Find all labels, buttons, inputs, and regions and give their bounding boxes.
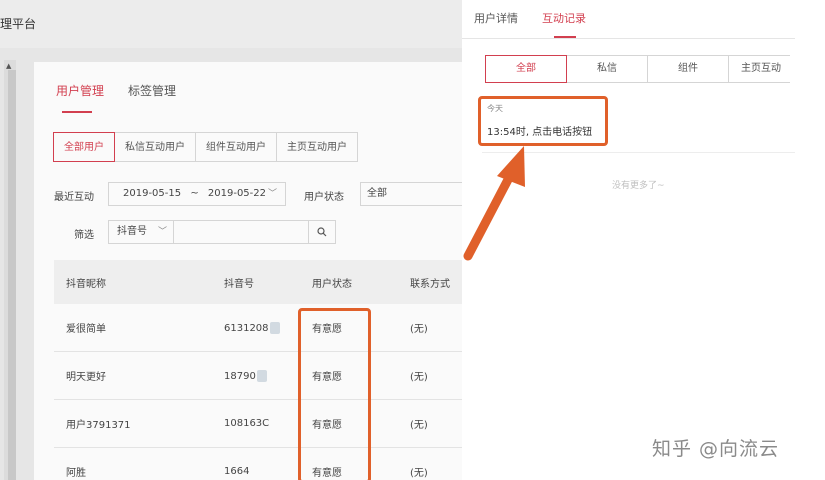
- row-douyin-id: 18790: [212, 369, 300, 382]
- user-detail-panel: 用户详情 互动记录 全部 私信 组件 主页互动 今天 13:54时, 点击电话按…: [462, 0, 825, 480]
- account-type-select[interactable]: 抖音号 ﹀: [108, 220, 174, 244]
- table-row[interactable]: 爱很简单 6131208 有意愿 (无): [54, 304, 462, 352]
- tab-user-detail[interactable]: 用户详情: [474, 10, 518, 38]
- row-nickname: 明天更好: [66, 372, 106, 383]
- account-type-value: 抖音号: [117, 226, 147, 237]
- scroll-up-icon[interactable]: ▲: [6, 62, 11, 70]
- admin-app: 理平台 ▲ 用户管理 标签管理 全部用户 私信互动用户 组件互动用户 主页互动用…: [0, 0, 462, 480]
- header-douyin-id: 抖音号: [224, 278, 254, 290]
- date-separator: ~: [190, 188, 199, 199]
- interaction-record: 今天 13:54时, 点击电话按钮: [478, 96, 608, 146]
- user-type-segment: 全部用户 私信互动用户 组件互动用户 主页互动用户: [53, 132, 358, 162]
- segment-dm[interactable]: 私信: [566, 55, 648, 83]
- segment-all-users[interactable]: 全部用户: [53, 132, 115, 162]
- search-icon: [317, 227, 327, 237]
- filter-label: 筛选: [74, 230, 94, 241]
- table-row[interactable]: 阿胜 1664 有意愿 (无): [54, 448, 462, 480]
- record-day: 今天: [487, 104, 503, 113]
- tab-user-management[interactable]: 用户管理: [56, 82, 104, 113]
- header-nickname: 抖音昵称: [66, 278, 106, 290]
- main-tabs: 用户管理 标签管理: [56, 82, 176, 113]
- watermark: 知乎 @向流云: [652, 438, 780, 460]
- row-douyin-id: 108163C: [224, 418, 270, 429]
- recent-interaction-label: 最近互动: [54, 192, 94, 203]
- table-header: 抖音昵称 抖音号 用户状态 联系方式: [54, 260, 462, 304]
- panel-tabs: 用户详情 互动记录: [474, 10, 586, 38]
- segment-component-users[interactable]: 组件互动用户: [195, 132, 277, 162]
- row-contact: (无): [410, 420, 428, 431]
- user-status-select[interactable]: 全部: [360, 182, 462, 206]
- header-user-status: 用户状态: [312, 278, 352, 290]
- no-more-text: 没有更多了~: [612, 181, 665, 191]
- date-end: 2019-05-22: [207, 188, 267, 199]
- tab-tag-management[interactable]: 标签管理: [128, 82, 176, 109]
- row-nickname: 阿胜: [66, 468, 86, 479]
- chevron-down-icon: ﹀: [157, 227, 167, 237]
- segment-homepage[interactable]: 主页互动: [728, 55, 790, 83]
- chevron-down-icon: ﹀: [267, 189, 277, 199]
- app-title: 理平台: [0, 17, 37, 31]
- row-douyin-id: 6131208: [212, 321, 300, 334]
- row-douyin-id: 1664: [224, 466, 250, 477]
- panel-divider: [462, 38, 795, 39]
- user-status-value: 全部: [367, 188, 387, 199]
- row-contact: (无): [410, 468, 428, 479]
- scrollbar-thumb[interactable]: [8, 70, 16, 480]
- row-contact: (无): [410, 324, 428, 335]
- row-nickname: 用户3791371: [66, 420, 131, 431]
- tab-interaction-records[interactable]: 互动记录: [542, 10, 586, 38]
- segment-homepage-users[interactable]: 主页互动用户: [276, 132, 358, 162]
- date-range-picker[interactable]: 2019-05-15 ~ 2019-05-22 ﹀: [108, 182, 286, 206]
- app-header: 理平台: [0, 0, 462, 48]
- record-separator: [482, 152, 795, 153]
- row-nickname: 爱很简单: [66, 324, 106, 335]
- segment-all[interactable]: 全部: [485, 55, 567, 83]
- search-input[interactable]: [173, 220, 309, 244]
- row-contact: (无): [410, 372, 428, 383]
- user-management-card: 用户管理 标签管理 全部用户 私信互动用户 组件互动用户 主页互动用户 最近互动…: [34, 62, 462, 480]
- table-row[interactable]: 用户3791371 108163C 有意愿 (无): [54, 400, 462, 448]
- segment-dm-users[interactable]: 私信互动用户: [114, 132, 196, 162]
- user-status-label: 用户状态: [304, 192, 344, 203]
- search-button[interactable]: [308, 220, 336, 244]
- status-column-highlight: [298, 308, 371, 480]
- table-row[interactable]: 明天更好 18790 有意愿 (无): [54, 352, 462, 400]
- header-contact: 联系方式: [410, 278, 450, 290]
- record-text: 13:54时, 点击电话按钮: [487, 127, 593, 138]
- segment-component[interactable]: 组件: [647, 55, 729, 83]
- user-table: 抖音昵称 抖音号 用户状态 联系方式 爱很简单 6131208 有意愿 (无) …: [54, 260, 462, 480]
- record-type-segment: 全部 私信 组件 主页互动: [485, 55, 790, 83]
- date-start: 2019-05-15: [123, 188, 182, 199]
